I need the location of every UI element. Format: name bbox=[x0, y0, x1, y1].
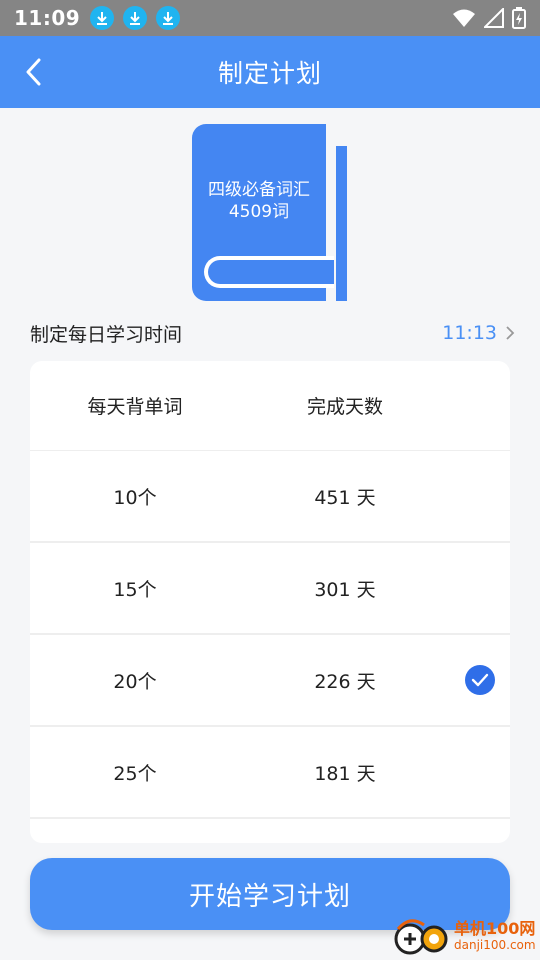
content: 四级必备词汇 4509词 制定每日学习时间 11:13 每天背单词 完成天数 1… bbox=[0, 108, 540, 960]
cellular-signal-icon bbox=[484, 8, 504, 28]
plan-option-row-selected[interactable]: 20个 226 天 bbox=[30, 635, 510, 727]
watermark: 单机100网 danji100.com bbox=[390, 914, 540, 960]
header-days-to-complete: 完成天数 bbox=[306, 396, 383, 418]
book-title-count: 4509词 bbox=[228, 202, 290, 222]
back-button[interactable] bbox=[14, 52, 54, 92]
plan-days: 451 天 bbox=[314, 486, 376, 509]
daily-study-time-label: 制定每日学习时间 bbox=[30, 323, 183, 346]
watermark-en: danji100.com bbox=[454, 938, 536, 952]
back-arrow-icon bbox=[26, 58, 41, 86]
watermark-cn: 单机100网 bbox=[454, 919, 536, 938]
plan-option-row[interactable]: 25个 181 天 bbox=[30, 727, 510, 819]
download-icon bbox=[123, 6, 148, 30]
book-title-name: 四级必备词汇 bbox=[208, 180, 310, 200]
book-spine bbox=[336, 146, 347, 301]
plan-option-row[interactable]: 15个 301 天 bbox=[30, 543, 510, 635]
chevron-right-icon bbox=[506, 326, 515, 340]
status-indicators bbox=[452, 7, 526, 29]
plan-words: 20个 bbox=[113, 670, 157, 693]
page-title: 制定计划 bbox=[217, 59, 322, 88]
status-time: 11:09 bbox=[14, 6, 81, 30]
check-icon bbox=[465, 665, 495, 695]
book-pages-inner bbox=[214, 267, 326, 277]
app-bar: 制定计划 bbox=[0, 36, 540, 108]
watermark-text: 单机100网 danji100.com bbox=[454, 920, 536, 954]
plan-words: 25个 bbox=[113, 762, 157, 785]
battery-icon bbox=[512, 7, 526, 29]
plan-words: 15个 bbox=[113, 578, 157, 601]
daily-study-time-value: 11:13 bbox=[442, 322, 497, 344]
plan-table-header: 每天背单词 完成天数 bbox=[30, 361, 510, 451]
plan-days: 226 天 bbox=[314, 670, 376, 693]
watermark-logo bbox=[390, 917, 454, 957]
book-title: 四级必备词汇 4509词 bbox=[192, 179, 326, 223]
plan-days: 301 天 bbox=[314, 578, 376, 601]
wifi-icon bbox=[453, 9, 475, 27]
plan-option-row[interactable]: 10个 451 天 bbox=[30, 451, 510, 543]
plan-days: 181 天 bbox=[314, 762, 376, 785]
download-icon bbox=[90, 6, 115, 30]
status-bar: 11:09 bbox=[0, 0, 540, 36]
plan-words: 10个 bbox=[113, 486, 157, 509]
daily-study-time-row[interactable]: 制定每日学习时间 11:13 bbox=[30, 316, 515, 350]
book-illustration: 四级必备词汇 4509词 bbox=[192, 124, 348, 301]
header-words-per-day: 每天背单词 bbox=[87, 396, 183, 418]
plan-table: 每天背单词 完成天数 10个 451 天 15个 301 天 20个 226 天… bbox=[30, 361, 510, 843]
download-icon bbox=[156, 6, 181, 30]
